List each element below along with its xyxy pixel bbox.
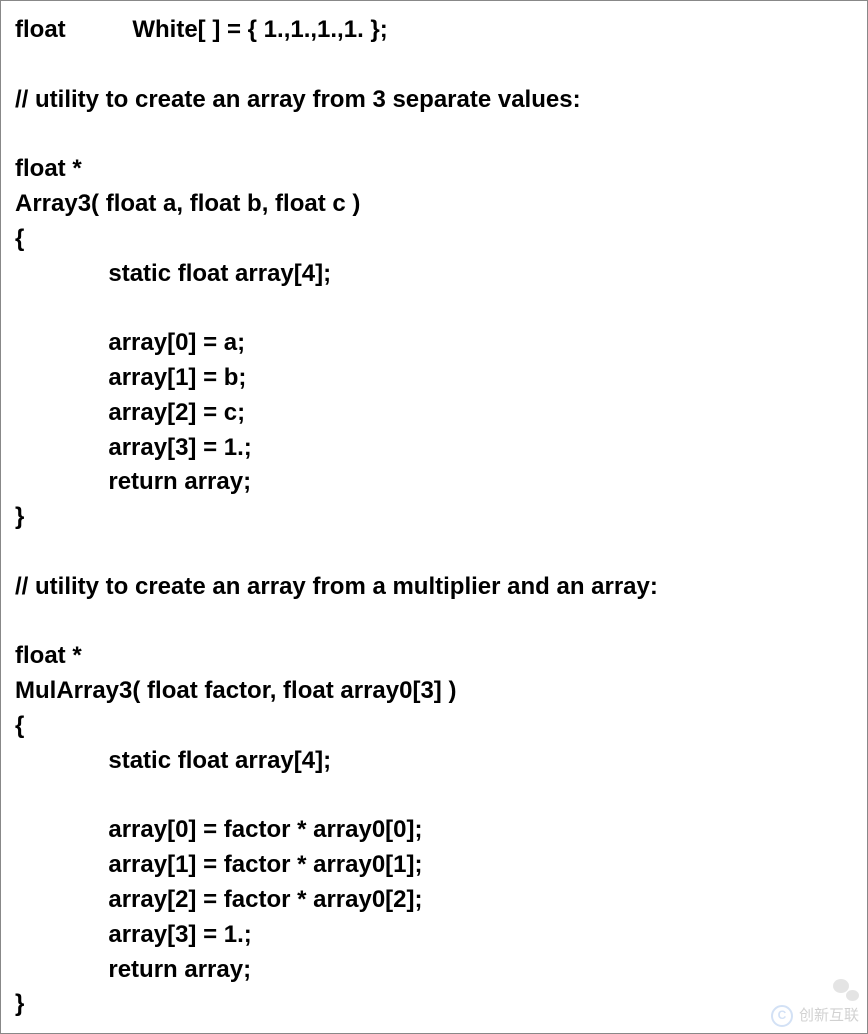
code-line: // utility to create an array from a mul… — [15, 573, 658, 600]
code-line: } — [15, 990, 24, 1017]
code-line: array[0] = factor * array0[0]; — [15, 816, 423, 843]
code-line: array[3] = 1.; — [15, 434, 252, 461]
brand-text: 创新互联 — [799, 1005, 859, 1027]
code-line: float * — [15, 642, 82, 669]
code-line: array[2] = c; — [15, 399, 245, 426]
wechat-icon — [833, 979, 859, 1001]
code-line: static float array[4]; — [15, 260, 331, 287]
code-line: } — [15, 503, 24, 530]
code-line: array[3] = 1.; — [15, 921, 252, 948]
brand-logo-icon: C — [771, 1005, 793, 1027]
code-line: float White[ ] = { 1.,1.,1.,1. }; — [15, 16, 388, 43]
code-line: float * — [15, 155, 82, 182]
code-line: MulArray3( float factor, float array0[3]… — [15, 677, 456, 704]
code-line: Array3( float a, float b, float c ) — [15, 190, 360, 217]
code-line: array[2] = factor * array0[2]; — [15, 886, 423, 913]
code-line: // utility to create an array from 3 sep… — [15, 86, 581, 113]
code-line: { — [15, 225, 24, 252]
code-line: array[1] = b; — [15, 364, 246, 391]
code-line: static float array[4]; — [15, 747, 331, 774]
code-line: array[1] = factor * array0[1]; — [15, 851, 423, 878]
code-line: { — [15, 712, 24, 739]
code-block: float White[ ] = { 1.,1.,1.,1. }; // uti… — [15, 13, 853, 1022]
code-line: return array; — [15, 956, 251, 983]
code-line: array[0] = a; — [15, 329, 245, 356]
watermark: C 创新互联 — [771, 979, 859, 1027]
code-line: return array; — [15, 468, 251, 495]
